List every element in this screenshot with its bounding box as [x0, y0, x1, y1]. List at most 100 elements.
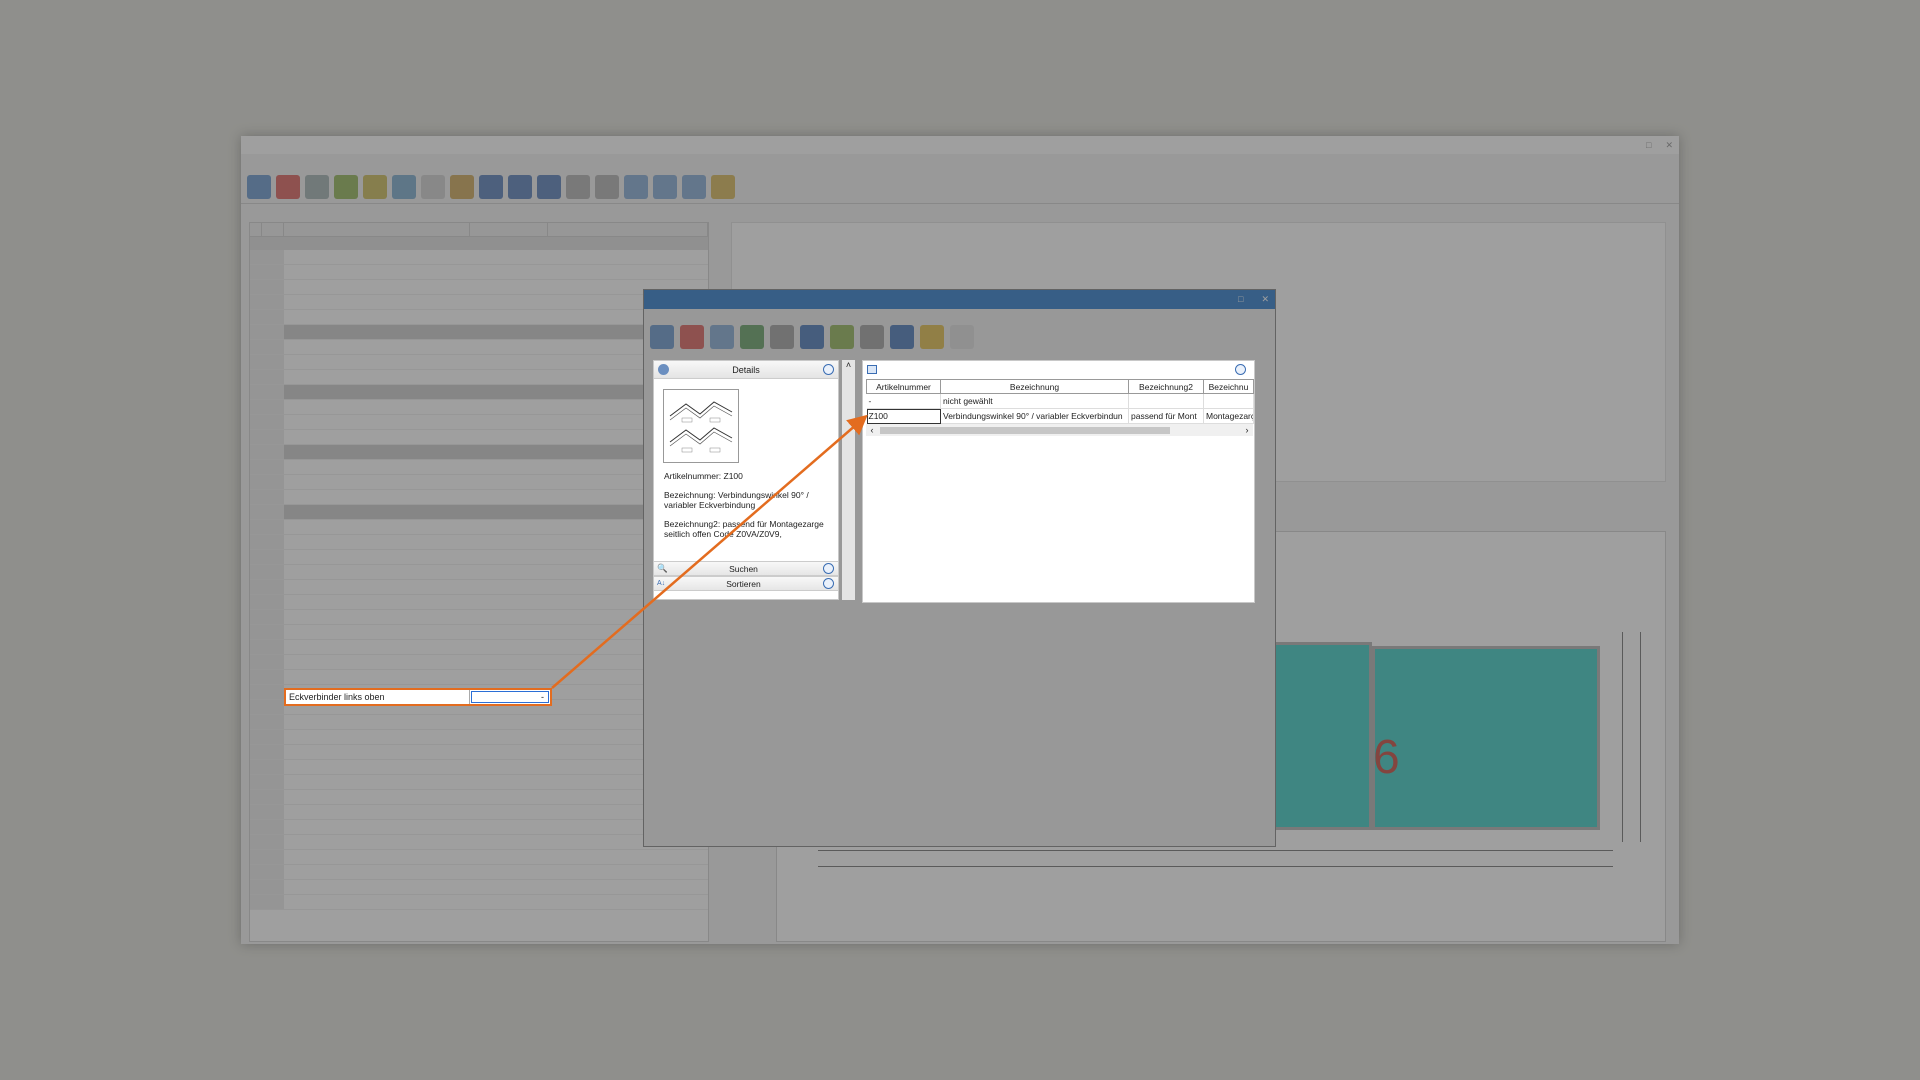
gem-icon[interactable]: [392, 174, 416, 199]
detail-artikelnummer: Artikelnummer: Z100: [664, 471, 743, 481]
cell-bezeichnung3: [1203, 393, 1254, 409]
list-item[interactable]: [250, 760, 708, 775]
next-icon[interactable]: [566, 174, 590, 199]
list-item[interactable]: [250, 430, 708, 445]
filter-icon[interactable]: [770, 325, 794, 349]
details-scrollbar[interactable]: ˄: [842, 360, 855, 600]
hanger-icon[interactable]: [450, 174, 474, 199]
list-item[interactable]: [250, 865, 708, 880]
list-item[interactable]: [250, 880, 708, 895]
expand-down-icon[interactable]: [823, 578, 834, 589]
settings-icon[interactable]: [650, 325, 674, 349]
column-header-artikelnummer[interactable]: Artikelnummer: [866, 379, 941, 394]
dialog-menubar: [644, 309, 1275, 322]
first-icon[interactable]: [479, 174, 503, 199]
list-item[interactable]: [250, 370, 708, 385]
edit-icon[interactable]: [334, 174, 358, 199]
list-item[interactable]: [250, 340, 708, 355]
list-item[interactable]: [250, 280, 708, 295]
list-item[interactable]: [250, 550, 708, 565]
prev-icon[interactable]: [508, 174, 532, 199]
list-item[interactable]: [250, 640, 708, 655]
grid-horizontal-scrollbar[interactable]: ‹ ›: [866, 424, 1253, 436]
expand-down-icon[interactable]: [823, 563, 834, 574]
list-item[interactable]: [250, 520, 708, 535]
list-item[interactable]: [250, 595, 708, 610]
list-item[interactable]: [250, 775, 708, 790]
search-section[interactable]: 🔍 Suchen: [654, 561, 838, 576]
tag-icon[interactable]: [890, 325, 914, 349]
grid-icon[interactable]: [710, 325, 734, 349]
dimension-line: [818, 866, 1613, 867]
list-item[interactable]: [250, 670, 708, 685]
collapse-up-icon[interactable]: [823, 364, 834, 375]
record-icon[interactable]: [537, 174, 561, 199]
last-icon[interactable]: [595, 174, 619, 199]
list-item[interactable]: [250, 610, 708, 625]
list-item[interactable]: [250, 445, 708, 460]
column-header-bezeichnung[interactable]: Bezeichnung: [940, 379, 1129, 394]
list-item[interactable]: [250, 625, 708, 640]
list-item[interactable]: [250, 715, 708, 730]
list-item[interactable]: [250, 535, 708, 550]
list-item[interactable]: [250, 655, 708, 670]
list-item[interactable]: [250, 505, 708, 520]
document-icon[interactable]: [950, 325, 974, 349]
pencil-icon[interactable]: [363, 174, 387, 199]
scroll-right-icon[interactable]: ›: [1241, 425, 1253, 435]
list-item[interactable]: [250, 895, 708, 910]
list-item[interactable]: [250, 310, 708, 325]
list-item[interactable]: [250, 265, 708, 280]
list-item[interactable]: [250, 475, 708, 490]
list-item[interactable]: [250, 250, 708, 265]
edit-icon[interactable]: [830, 325, 854, 349]
collapse-up-icon[interactable]: [1235, 363, 1246, 375]
row-label: Eckverbinder links oben: [286, 690, 470, 704]
save-icon[interactable]: [800, 325, 824, 349]
list-item[interactable]: [250, 355, 708, 370]
pencil-icon[interactable]: [860, 325, 884, 349]
list-item[interactable]: [250, 805, 708, 820]
highlighted-row-eckverbinder[interactable]: Eckverbinder links oben -: [284, 688, 552, 706]
monitor-icon[interactable]: [682, 174, 706, 199]
list-item[interactable]: [250, 820, 708, 835]
list-item[interactable]: [250, 295, 708, 310]
column-header-bezeichnung2[interactable]: Bezeichnung2: [1128, 379, 1204, 394]
list-item[interactable]: [250, 790, 708, 805]
list-item[interactable]: [250, 490, 708, 505]
document-icon[interactable]: [421, 174, 445, 199]
settings-icon[interactable]: [247, 174, 271, 199]
cell-bezeichnung2: passend für Mont: [1128, 408, 1204, 424]
layout-icon[interactable]: [653, 174, 677, 199]
table-icon[interactable]: [740, 325, 764, 349]
grid-icon[interactable]: [624, 174, 648, 199]
scrollbar-thumb[interactable]: [880, 427, 1170, 434]
list-item[interactable]: [250, 325, 708, 340]
dialog-window-controls[interactable]: □ ✕: [1238, 294, 1269, 305]
list-item[interactable]: [250, 580, 708, 595]
column-header-bezeichnung3[interactable]: Bezeichnu: [1203, 379, 1254, 394]
list-item[interactable]: [250, 460, 708, 475]
list-item[interactable]: [250, 400, 708, 415]
list-item[interactable]: [250, 415, 708, 430]
list-item[interactable]: [250, 565, 708, 580]
row-value-field[interactable]: -: [471, 691, 549, 703]
sort-icon: A↓: [657, 580, 666, 587]
table-row[interactable]: - nicht gewählt: [866, 393, 1254, 409]
window-controls[interactable]: □ ✕: [1646, 140, 1673, 151]
list-item[interactable]: [250, 850, 708, 865]
list-item[interactable]: [250, 385, 708, 400]
list-item[interactable]: [250, 835, 708, 850]
table-row[interactable]: Z100 Verbindungswinkel 90° / variabler E…: [866, 408, 1254, 424]
sort-section[interactable]: A↓ Sortieren: [654, 576, 838, 591]
close-icon[interactable]: [276, 174, 300, 199]
tool-icon[interactable]: [305, 174, 329, 199]
close-icon[interactable]: [680, 325, 704, 349]
key-icon[interactable]: [711, 174, 735, 199]
list-item[interactable]: [250, 745, 708, 760]
star-icon[interactable]: [920, 325, 944, 349]
cell-bezeichnung3: Montagezarç: [1203, 408, 1254, 424]
scroll-left-icon[interactable]: ‹: [866, 425, 878, 435]
cell-artikelnummer: -: [866, 393, 941, 409]
list-item[interactable]: [250, 730, 708, 745]
